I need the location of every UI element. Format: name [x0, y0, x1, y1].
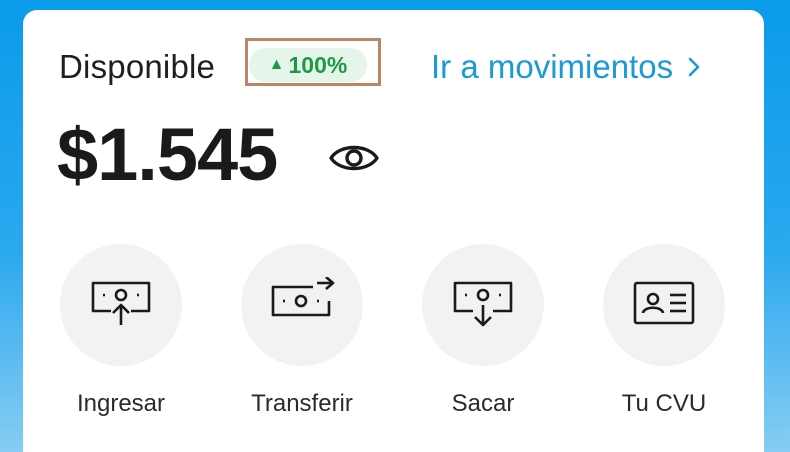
action-transferir-circle[interactable] [241, 244, 363, 366]
change-badge-value: 100% [288, 51, 348, 78]
balance-card: Disponible ▲ 100% Ir a movimientos $1.54… [23, 10, 764, 452]
action-transferir[interactable]: Transferir [232, 244, 372, 418]
action-sacar-circle[interactable] [422, 244, 544, 366]
chevron-right-icon [687, 56, 701, 78]
money-transfer-icon [269, 275, 335, 334]
money-in-icon [89, 277, 153, 334]
action-sacar-label: Sacar [451, 390, 515, 417]
movements-link-label: Ir a movimientos [431, 48, 674, 85]
action-tu-cvu-circle[interactable] [603, 244, 725, 366]
balance-amount: $1.545 [57, 113, 278, 196]
action-ingresar-circle[interactable] [60, 244, 182, 366]
money-out-icon [451, 277, 515, 334]
movements-link[interactable]: Ir a movimientos [431, 48, 701, 86]
action-ingresar-label: Ingresar [76, 390, 166, 417]
action-sacar[interactable]: Sacar [413, 244, 553, 418]
id-card-icon [632, 280, 696, 331]
action-tu-cvu[interactable]: Tu CVU [594, 244, 734, 418]
action-ingresar[interactable]: Ingresar [51, 244, 191, 418]
eye-icon[interactable] [328, 138, 380, 178]
change-badge: ▲ 100% [249, 48, 367, 82]
up-arrow-icon: ▲ [268, 56, 285, 73]
available-label: Disponible [59, 48, 216, 85]
action-tu-cvu-label: Tu CVU [621, 390, 707, 417]
action-transferir-label: Transferir [251, 390, 353, 417]
